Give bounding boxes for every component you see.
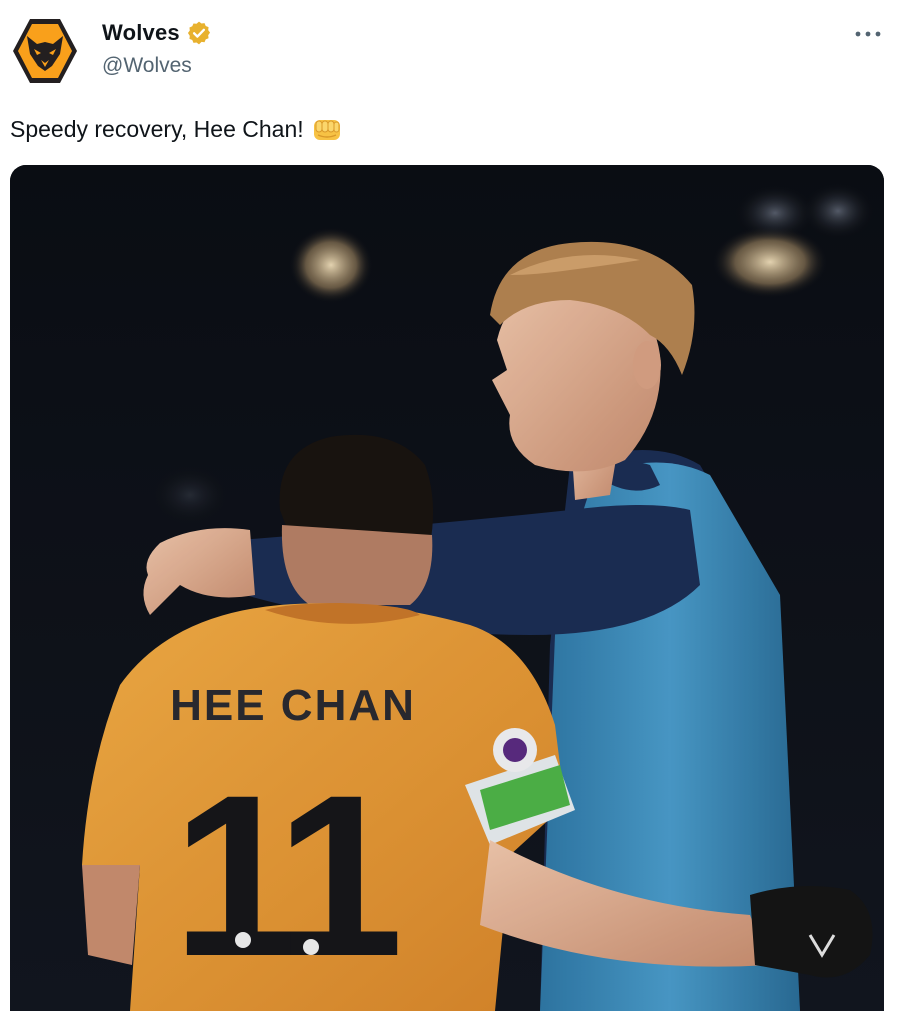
more-horizontal-icon (855, 31, 881, 37)
more-options-button[interactable] (852, 22, 884, 46)
tweet-text: Speedy recovery, Hee Chan! (10, 116, 342, 143)
author-name-row: Wolves (102, 20, 212, 46)
tweet: Wolves @Wolves Speedy recovery, Hee Chan… (0, 0, 900, 1011)
oncoming-fist-icon (313, 119, 340, 140)
wolves-logo-icon (13, 19, 77, 83)
tweet-photo[interactable]: HEE CHAN 11 (10, 165, 884, 1011)
handle[interactable]: @Wolves (102, 54, 192, 78)
players-photo: HEE CHAN 11 (10, 165, 884, 1011)
avatar[interactable] (10, 16, 80, 86)
tweet-text-body: Speedy recovery, Hee Chan! (10, 116, 304, 142)
display-name[interactable]: Wolves (102, 20, 180, 46)
gold-verified-icon[interactable] (186, 20, 212, 46)
